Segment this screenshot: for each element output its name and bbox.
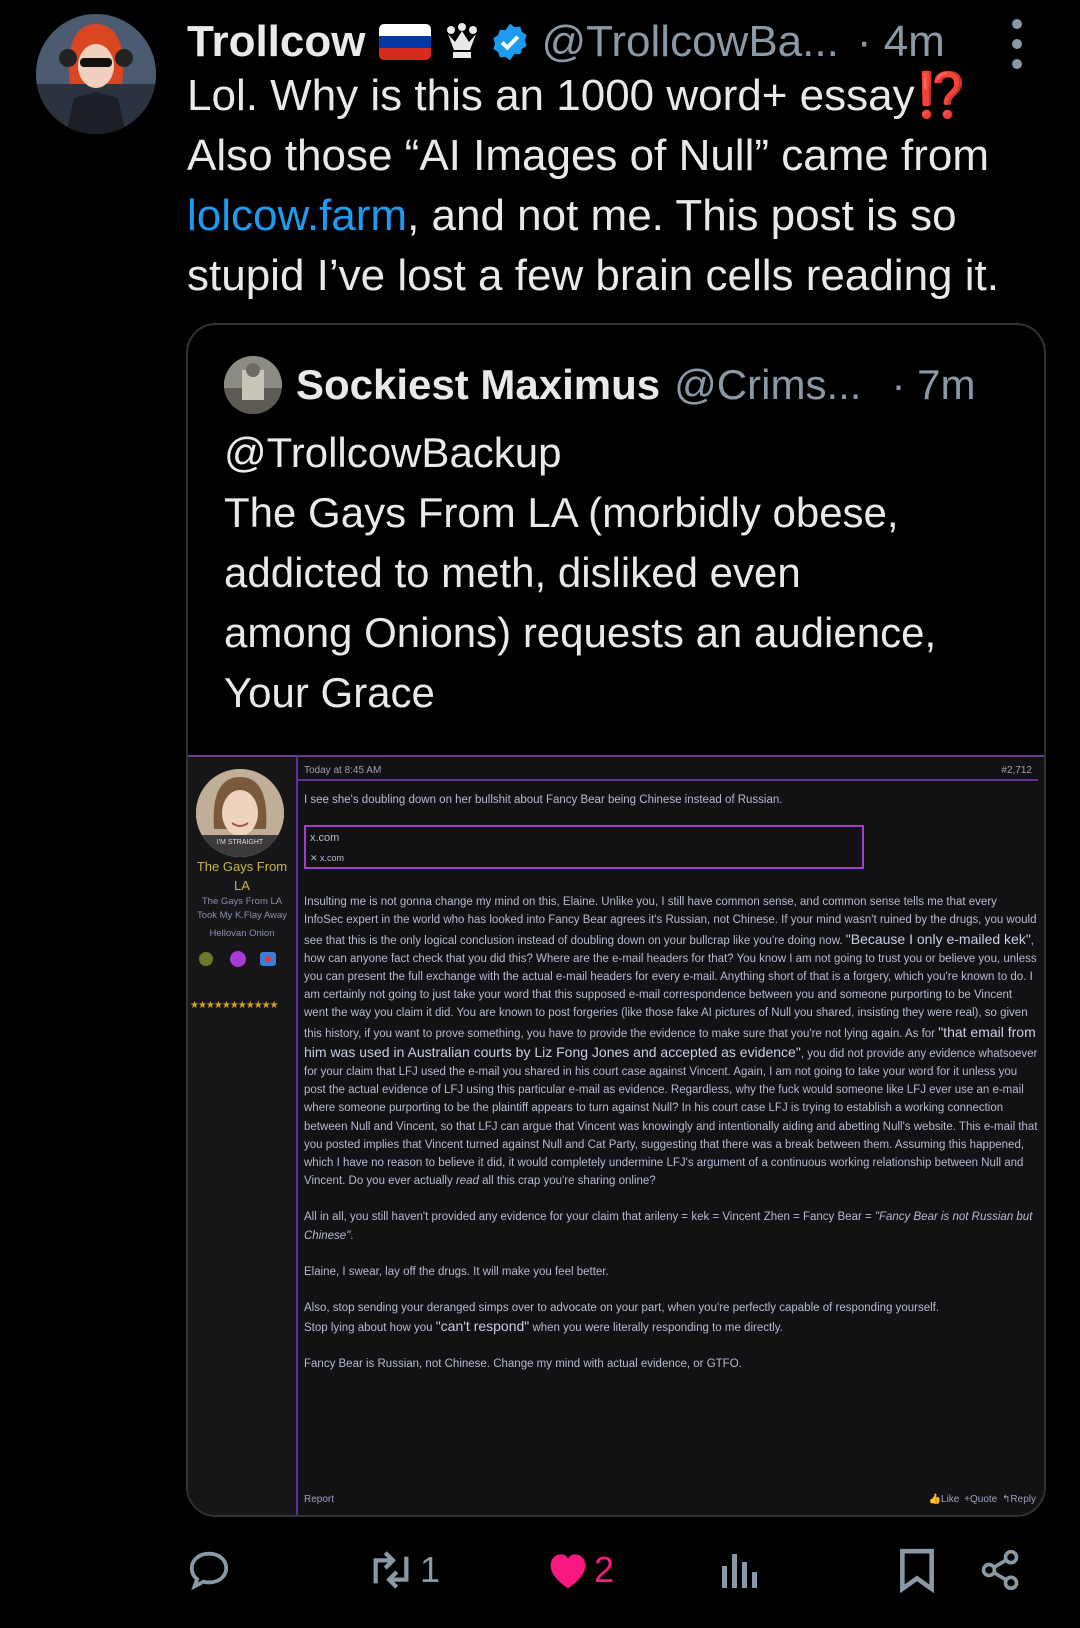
post-action-bar: 1 2	[0, 1530, 1080, 1610]
forum-post-number[interactable]: #2,712	[1001, 765, 1032, 776]
forum-reply-label: Reply	[1010, 1494, 1036, 1505]
post-time[interactable]: · 4m	[857, 17, 945, 67]
repost-count: 1	[420, 1549, 441, 1590]
forum-text: when you were literally responding to me…	[529, 1322, 783, 1335]
share-button[interactable]	[978, 1530, 1022, 1610]
forum-post-footer: Report 👍Like +Quote ↰Reply	[298, 1492, 1038, 1512]
forum-reply-button[interactable]: ↰Reply	[1002, 1494, 1036, 1505]
quoted-text-line: The Gays From LA (morbidly obese,	[224, 489, 899, 536]
forum-user-title: The Gays From LA	[201, 896, 283, 907]
forum-post: Today at 8:45 AM #2,712 I see she's doub…	[298, 757, 1044, 1515]
repost-icon	[373, 1551, 409, 1589]
heart-icon	[550, 1554, 586, 1589]
reply-button[interactable]	[186, 1530, 232, 1610]
forum-text: All in all, you still haven't provided a…	[304, 1211, 875, 1224]
quoted-post-text: @TrollcowBackup The Gays From LA (morbid…	[224, 423, 1024, 723]
interrobang-emoji: ⁉️	[914, 71, 970, 120]
forum-text: Stop lying about how you	[304, 1322, 436, 1335]
quoted-post[interactable]: Sockiest Maximus @Crims... · 7m @Trollco…	[186, 323, 1046, 1517]
forum-post-meta: Today at 8:45 AM #2,712	[298, 757, 1038, 781]
report-link[interactable]: Report	[304, 1494, 334, 1505]
forum-post-date[interactable]: Today at 8:45 AM	[304, 765, 381, 776]
more-options-icon[interactable]	[1010, 16, 1024, 72]
analytics-icon	[722, 1554, 757, 1588]
forum-embed-link[interactable]: x.com ✕ x.com	[304, 825, 864, 870]
post-text-line: stupid I’ve lost a few brain cells readi…	[187, 251, 999, 300]
embed-title: x.com	[310, 832, 340, 845]
forum-user-avatar: I'M STRAIGHT	[196, 769, 284, 857]
forum-username[interactable]: The Gays From LA	[188, 857, 296, 895]
forum-trophy-icons	[199, 951, 276, 967]
forum-paragraph: All in all, you still haven't provided a…	[304, 1208, 1038, 1244]
forum-paragraph: Elaine, I swear, lay off the drugs. It w…	[304, 1265, 609, 1278]
forum-paragraph: Insulting me is not gonna change my mind…	[304, 893, 1038, 1190]
quoted-post-header: Sockiest Maximus @Crims... · 7m	[224, 355, 975, 415]
author-handle[interactable]: @TrollcowBa...	[541, 17, 838, 67]
quoted-post-time: · 7m	[891, 361, 976, 408]
post-header: Trollcow @TrollcowBa... · 4m	[187, 12, 1047, 72]
forum-text: all this crap you're sharing online?	[478, 1175, 656, 1188]
embed-source-text: x.com	[320, 853, 345, 864]
forum-quote-text: "Because I only e-mailed kek"	[845, 930, 1031, 947]
post-text-line: Lol. Why is this an 1000 word+ essay	[187, 71, 915, 120]
forum-text: , how can anyone fact check that you did…	[304, 934, 1037, 1040]
forum-user-panel: I'M STRAIGHT The Gays From LA The Gays F…	[188, 757, 298, 1515]
forum-paragraph: I see she's doubling down on her bullshi…	[304, 794, 783, 806]
quoted-author-handle[interactable]: @Crims...	[674, 361, 861, 409]
post-text: Lol. Why is this an 1000 word+ essay⁉️ A…	[187, 66, 1057, 306]
reply-icon	[189, 1551, 229, 1591]
forum-quote-text: "can't respond"	[435, 1318, 530, 1335]
forum-paragraph: Also, stop sending your deranged simps o…	[304, 1302, 940, 1315]
crown-icon	[447, 23, 478, 58]
forum-text: read	[455, 1175, 479, 1188]
quoted-author-name[interactable]: Sockiest Maximus	[296, 361, 660, 409]
like-button[interactable]: 2	[546, 1530, 614, 1610]
forum-text: .	[350, 1229, 354, 1242]
bookmark-button[interactable]	[898, 1530, 936, 1610]
russia-flag-icon	[379, 24, 432, 60]
forum-post-body: I see she's doubling down on her bullshi…	[304, 791, 1038, 1374]
forum-paragraph: Stop lying about how you "can't respond"…	[304, 1317, 1038, 1337]
author-name[interactable]: Trollcow	[187, 17, 365, 67]
repost-button[interactable]: 1	[366, 1530, 440, 1610]
forum-paragraph: Fancy Bear is Russian, not Chinese. Chan…	[304, 1358, 742, 1371]
quoted-text-line: among Onions) requests an audience,	[224, 609, 937, 656]
embed-source: ✕ x.com	[310, 853, 345, 864]
quoted-author-avatar[interactable]	[224, 356, 282, 414]
post-text-line: , and not me. This post is so	[407, 191, 957, 240]
attached-forum-screenshot[interactable]: I'M STRAIGHT The Gays From LA The Gays F…	[188, 755, 1044, 1515]
quoted-text-line: addicted to meth, disliked even	[224, 549, 801, 596]
forum-user-title: Took My K.Flay Away	[196, 910, 288, 921]
mention-text: @TrollcowBackup	[224, 429, 562, 476]
like-count: 2	[594, 1549, 615, 1590]
lolcow-link[interactable]: lolcow.farm	[187, 191, 407, 240]
share-icon	[981, 1549, 1019, 1591]
forum-reputation-stars: ★★★★★★★★★★★	[190, 1000, 279, 1011]
post-text-line: Also those “AI Images of Null” came from	[187, 131, 990, 180]
bookmark-icon	[900, 1548, 934, 1593]
forum-like-label: Like	[941, 1494, 960, 1505]
quoted-text-line: Your Grace	[224, 669, 435, 716]
forum-user-rank: Hellovan Onion	[209, 928, 275, 939]
forum-like-button[interactable]: 👍Like	[929, 1494, 960, 1505]
author-avatar[interactable]	[36, 14, 156, 134]
forum-quote-button[interactable]: +Quote	[964, 1494, 997, 1505]
verified-badge-icon	[493, 23, 528, 61]
views-button[interactable]	[718, 1530, 758, 1610]
avatar-badge-text: I'M STRAIGHT	[217, 839, 264, 846]
forum-text: , you did not provide any evidence whats…	[304, 1047, 1038, 1188]
